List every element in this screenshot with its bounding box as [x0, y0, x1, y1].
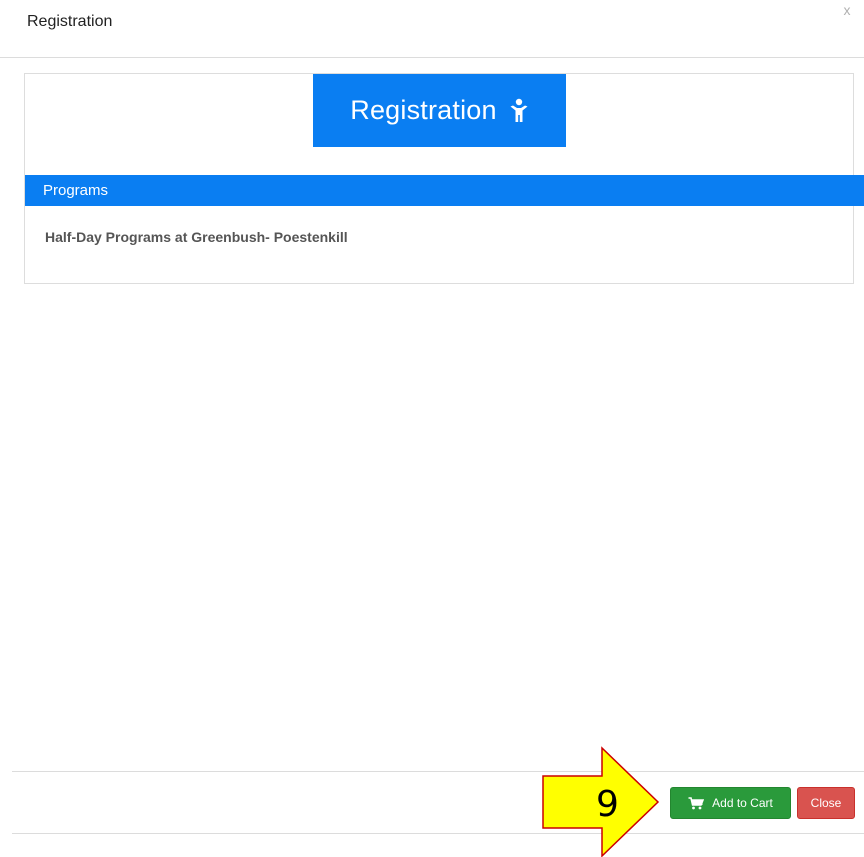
add-to-cart-button[interactable]: Add to Cart [670, 787, 791, 819]
registration-panel: Registration Programs Half-Day Programs … [24, 73, 864, 284]
close-x-icon[interactable]: x [840, 2, 854, 18]
banner-title: Registration [350, 95, 497, 125]
add-to-cart-label: Add to Cart [712, 796, 773, 810]
modal-header: Registration x [0, 0, 864, 58]
cart-icon [688, 796, 705, 810]
close-button-label: Close [810, 796, 842, 810]
program-item[interactable]: Half-Day Programs at Greenbush- Poestenk… [45, 229, 348, 245]
step-number: 9 [596, 784, 619, 825]
footer-divider-bottom [12, 833, 864, 834]
programs-header: Programs [25, 175, 864, 206]
step-arrow-callout: 9 [540, 746, 662, 857]
registration-modal: Registration x Registration Programs Hal… [0, 0, 864, 857]
close-button[interactable]: Close [797, 787, 855, 819]
child-icon [509, 98, 529, 124]
modal-title: Registration [27, 13, 113, 30]
footer-divider-top [12, 771, 864, 772]
registration-banner: Registration [313, 74, 566, 147]
